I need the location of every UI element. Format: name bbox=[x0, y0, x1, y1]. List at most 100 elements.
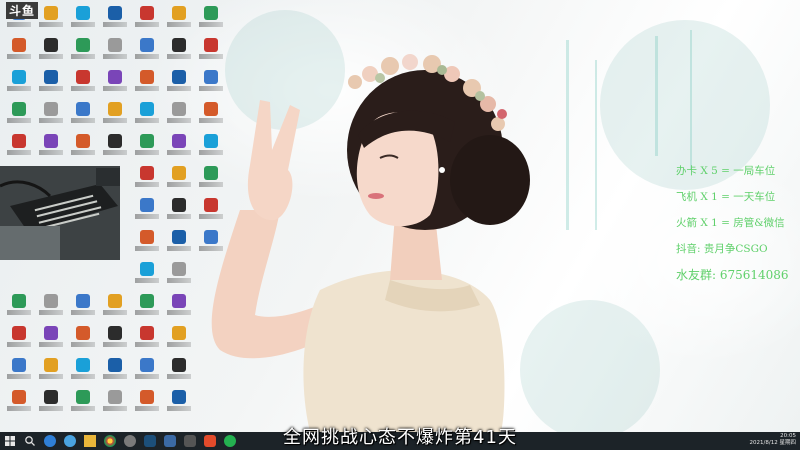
shortcut-label-blur bbox=[135, 22, 159, 27]
desktop-shortcut-icon[interactable] bbox=[196, 4, 226, 38]
shortcut-label-blur bbox=[103, 310, 127, 315]
desktop-shortcut-icon[interactable] bbox=[164, 164, 194, 198]
shortcut-icon bbox=[12, 358, 26, 372]
shortcut-label-blur bbox=[39, 406, 63, 411]
desktop-shortcut-icon[interactable] bbox=[196, 228, 226, 262]
desktop-shortcut-icon[interactable] bbox=[68, 132, 98, 166]
desktop-shortcut-icon[interactable] bbox=[132, 292, 162, 326]
desktop-shortcut-icon[interactable] bbox=[164, 196, 194, 230]
shortcut-icon bbox=[140, 390, 154, 404]
desktop-shortcut-icon[interactable] bbox=[164, 100, 194, 134]
desktop-shortcut-icon[interactable] bbox=[36, 324, 66, 358]
desktop-shortcut-icon[interactable] bbox=[4, 36, 34, 70]
desktop-shortcut-icon[interactable] bbox=[132, 260, 162, 294]
desktop-shortcut-icon[interactable] bbox=[100, 36, 130, 70]
desktop-shortcut-icon[interactable] bbox=[164, 388, 194, 422]
desktop-shortcut-icon[interactable] bbox=[36, 388, 66, 422]
desktop-shortcut-icon[interactable] bbox=[132, 164, 162, 198]
shortcut-label-blur bbox=[199, 182, 223, 187]
desktop-shortcut-icon[interactable] bbox=[68, 356, 98, 390]
desktop-shortcut-icon[interactable] bbox=[68, 292, 98, 326]
shortcut-label-blur bbox=[7, 374, 31, 379]
shortcut-icon bbox=[140, 294, 154, 308]
desktop-shortcut-icon[interactable] bbox=[100, 132, 130, 166]
desktop-shortcut-icon[interactable] bbox=[164, 4, 194, 38]
shortcut-icon bbox=[172, 262, 186, 276]
desktop-shortcut-icon[interactable] bbox=[164, 36, 194, 70]
desktop-shortcut-icon[interactable] bbox=[196, 36, 226, 70]
desktop-shortcut-icon[interactable] bbox=[196, 164, 226, 198]
desktop-shortcut-icon[interactable] bbox=[132, 196, 162, 230]
shortcut-label-blur bbox=[39, 150, 63, 155]
desktop-shortcut-icon[interactable] bbox=[4, 324, 34, 358]
desktop-shortcut-icon[interactable] bbox=[36, 132, 66, 166]
shortcut-icon bbox=[140, 326, 154, 340]
desktop-shortcut-icon[interactable] bbox=[36, 292, 66, 326]
desktop-shortcut-icon[interactable] bbox=[164, 228, 194, 262]
shortcut-label-blur bbox=[167, 22, 191, 27]
desktop-shortcut-icon[interactable] bbox=[196, 132, 226, 166]
shortcut-icon bbox=[108, 102, 122, 116]
desktop-shortcut-icon[interactable] bbox=[36, 36, 66, 70]
shortcut-icon bbox=[76, 326, 90, 340]
shortcut-label-blur bbox=[103, 86, 127, 91]
desktop-shortcut-icon[interactable] bbox=[68, 324, 98, 358]
desktop-shortcut-icon[interactable] bbox=[4, 68, 34, 102]
desktop-shortcut-icon[interactable] bbox=[68, 100, 98, 134]
shortcut-icon bbox=[204, 166, 218, 180]
desktop-shortcut-icon[interactable] bbox=[132, 100, 162, 134]
shortcut-icon bbox=[76, 38, 90, 52]
desktop-shortcut-icon[interactable] bbox=[132, 228, 162, 262]
desktop-shortcut-icon[interactable] bbox=[36, 68, 66, 102]
desktop-shortcut-icon[interactable] bbox=[68, 36, 98, 70]
desktop-shortcut-icon[interactable] bbox=[164, 260, 194, 294]
shortcut-icon bbox=[108, 326, 122, 340]
shortcut-label-blur bbox=[199, 22, 223, 27]
desktop-shortcut-icon[interactable] bbox=[132, 36, 162, 70]
desktop-shortcut-icon[interactable] bbox=[164, 132, 194, 166]
desktop-shortcut-icon[interactable] bbox=[132, 388, 162, 422]
wallpaper-person-image bbox=[211, 54, 530, 432]
shortcut-label-blur bbox=[135, 214, 159, 219]
desktop-shortcut-icon[interactable] bbox=[100, 68, 130, 102]
desktop-shortcut-icon[interactable] bbox=[4, 132, 34, 166]
desktop-shortcut-icon[interactable] bbox=[100, 324, 130, 358]
background-stripe bbox=[566, 40, 569, 230]
desktop-shortcut-icon[interactable] bbox=[164, 356, 194, 390]
desktop-shortcut-icon[interactable] bbox=[132, 132, 162, 166]
shortcut-label-blur bbox=[7, 150, 31, 155]
shortcut-label-blur bbox=[167, 182, 191, 187]
desktop-shortcut-icon[interactable] bbox=[68, 4, 98, 38]
desktop-shortcut-icon[interactable] bbox=[100, 356, 130, 390]
desktop-shortcut-icon[interactable] bbox=[68, 388, 98, 422]
desktop-shortcut-icon[interactable] bbox=[132, 324, 162, 358]
desktop-shortcut-icon[interactable] bbox=[164, 324, 194, 358]
shortcut-icon bbox=[140, 358, 154, 372]
shortcut-label-blur bbox=[39, 374, 63, 379]
desktop-shortcut-icon[interactable] bbox=[4, 356, 34, 390]
desktop-shortcut-icon[interactable] bbox=[132, 68, 162, 102]
desktop-shortcut-icon[interactable] bbox=[100, 292, 130, 326]
desktop-shortcut-icon[interactable] bbox=[36, 356, 66, 390]
desktop-shortcut-icon[interactable] bbox=[132, 4, 162, 38]
desktop-shortcut-icon[interactable] bbox=[36, 100, 66, 134]
desktop-shortcut-icon[interactable] bbox=[36, 4, 66, 38]
shortcut-label-blur bbox=[71, 54, 95, 59]
desktop-shortcut-icon[interactable] bbox=[196, 100, 226, 134]
desktop-shortcut-icon[interactable] bbox=[100, 4, 130, 38]
desktop-shortcut-icon[interactable] bbox=[100, 388, 130, 422]
shortcut-icon bbox=[108, 294, 122, 308]
shortcut-icon bbox=[172, 134, 186, 148]
shortcut-icon bbox=[44, 390, 58, 404]
desktop-shortcut-icon[interactable] bbox=[100, 100, 130, 134]
desktop-shortcut-icon[interactable] bbox=[164, 292, 194, 326]
shortcut-icon bbox=[140, 198, 154, 212]
desktop-shortcut-icon[interactable] bbox=[132, 356, 162, 390]
desktop-shortcut-icon[interactable] bbox=[4, 100, 34, 134]
desktop-shortcut-icon[interactable] bbox=[196, 68, 226, 102]
desktop-shortcut-icon[interactable] bbox=[4, 292, 34, 326]
desktop-shortcut-icon[interactable] bbox=[164, 68, 194, 102]
desktop-shortcut-icon[interactable] bbox=[68, 68, 98, 102]
desktop-shortcut-icon[interactable] bbox=[196, 196, 226, 230]
desktop-shortcut-icon[interactable] bbox=[4, 388, 34, 422]
